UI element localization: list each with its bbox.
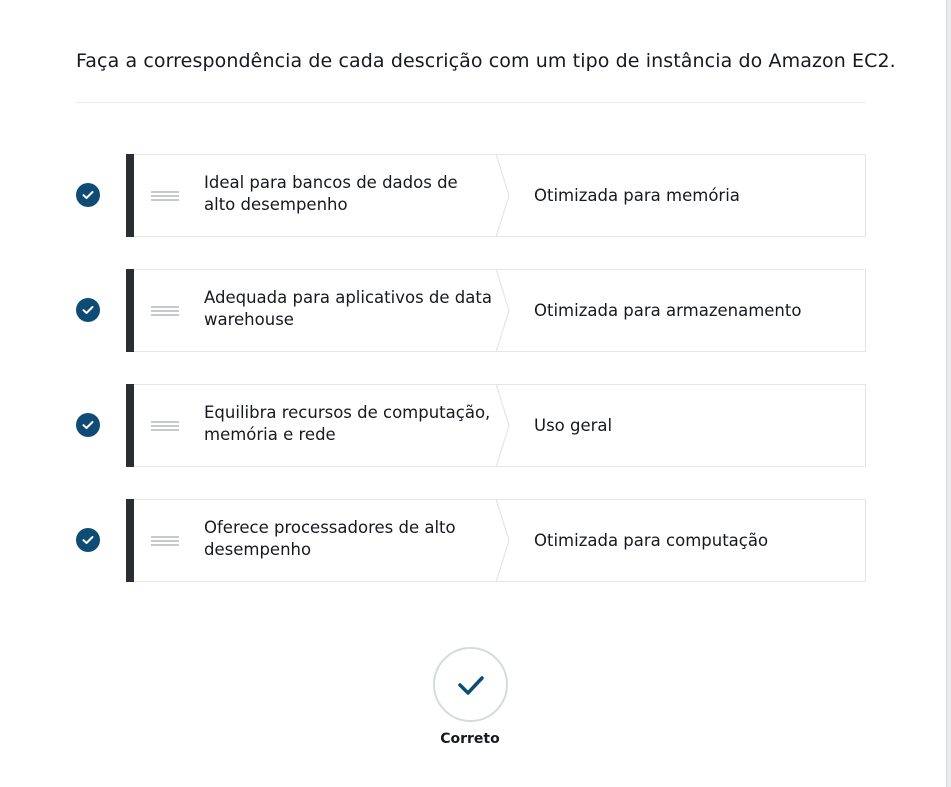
match-row: Oferece processadores de alto desempenho… <box>76 499 866 582</box>
drag-handle-icon[interactable] <box>151 536 179 546</box>
check-circle-icon <box>76 528 100 552</box>
match-row: Equilibra recursos de computação, memóri… <box>76 384 866 467</box>
match-card[interactable]: Oferece processadores de alto desempenho… <box>126 499 866 582</box>
card-accent-bar <box>126 384 134 467</box>
check-circle-icon <box>76 183 100 207</box>
drag-handle-icon[interactable] <box>151 421 179 431</box>
checkmark-icon <box>457 675 484 695</box>
description-text: Ideal para bancos de dados de alto desem… <box>204 173 458 214</box>
answer-text: Otimizada para memória <box>534 186 740 205</box>
result-label: Correto <box>440 731 500 747</box>
scrollbar-track[interactable] <box>946 0 951 787</box>
match-row: Ideal para bancos de dados de alto desem… <box>76 154 866 237</box>
card-accent-bar <box>126 269 134 352</box>
divider <box>76 102 866 103</box>
answer-text: Uso geral <box>534 416 613 435</box>
answer-text: Otimizada para computação <box>534 531 769 550</box>
description-text: Equilibra recursos de computação, memóri… <box>204 403 491 444</box>
match-card[interactable]: Adequada para aplicativos de data wareho… <box>126 269 866 352</box>
check-circle-icon <box>76 298 100 322</box>
description-text: Adequada para aplicativos de data wareho… <box>204 288 492 329</box>
card-accent-bar <box>126 154 134 237</box>
drag-handle-icon[interactable] <box>151 191 179 201</box>
check-circle-icon <box>76 413 100 437</box>
drag-handle-icon[interactable] <box>151 306 179 316</box>
result-indicator <box>433 647 508 722</box>
chevron-separator-icon <box>495 384 510 467</box>
question-title: Faça a correspondência de cada descrição… <box>76 50 896 72</box>
match-card[interactable]: Ideal para bancos de dados de alto desem… <box>126 154 866 237</box>
chevron-separator-icon <box>495 154 510 237</box>
match-row: Adequada para aplicativos de data wareho… <box>76 269 866 352</box>
description-text: Oferece processadores de alto desempenho <box>204 518 456 559</box>
chevron-separator-icon <box>495 269 510 352</box>
match-card[interactable]: Equilibra recursos de computação, memóri… <box>126 384 866 467</box>
card-accent-bar <box>126 499 134 582</box>
matching-question-page: Faça a correspondência de cada descrição… <box>0 0 951 787</box>
chevron-separator-icon <box>495 499 510 582</box>
answer-text: Otimizada para armazenamento <box>534 301 802 320</box>
